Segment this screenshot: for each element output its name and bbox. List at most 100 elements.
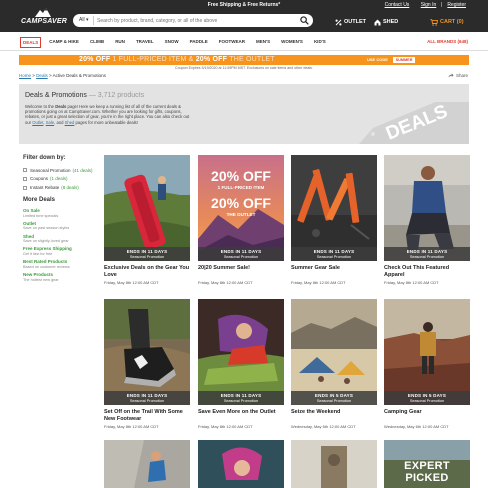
shed-link[interactable]: SHED [374, 19, 398, 26]
nav-item-travel[interactable]: TRAVEL [136, 37, 154, 48]
deal-title[interactable]: 20|20 Summer Sale! [198, 265, 284, 272]
banner-coupon-code: SUMMER [393, 57, 415, 63]
page-title: Deals & Promotions — 3,712 products [25, 92, 145, 99]
deal-countdown: ENDS IN 11 DAYS Seasonal Promotion [384, 247, 470, 261]
more-deals-on-sale[interactable]: On Sale Limited time specials [23, 208, 103, 218]
deal-title[interactable]: Summer Gear Sale [291, 265, 377, 272]
search-input[interactable] [97, 15, 293, 26]
deal-title[interactable]: Save Even More on the Outlet [198, 409, 284, 416]
deal-image-camping-gear[interactable] [384, 299, 470, 405]
nav-item-footwear[interactable]: FOOTWEAR [219, 37, 245, 48]
nav-item-kids[interactable]: KID'S [314, 37, 326, 48]
account-separator: | [440, 2, 442, 8]
deal-title[interactable]: Set Off on the Trail With Some New Footw… [104, 409, 190, 422]
logo-text: CAMPSAVER [20, 18, 67, 25]
checkbox[interactable] [23, 176, 27, 181]
main-nav: DEALS CAMP & HIKE CLIMB RUN TRAVEL SNOW … [0, 32, 488, 51]
site-header: Free Shipping & Free Returns* Contact Us… [0, 0, 488, 32]
deal-countdown: ENDS IN 11 DAYS Seasonal Promotion [104, 247, 190, 261]
search-category-select[interactable]: All ▾ [77, 16, 94, 25]
deal-countdown: ENDS IN 11 DAYS Seasonal Promotion [291, 247, 377, 261]
checkbox[interactable] [23, 168, 27, 173]
deal-title[interactable]: Camping Gear [384, 409, 470, 416]
nav-item-snow[interactable]: SNOW [165, 37, 179, 48]
deal-title[interactable]: Check Out This Featured Apparel [384, 265, 470, 278]
nav-item-womens[interactable]: WOMEN'S [281, 37, 303, 48]
mountain-logo-icon [35, 8, 51, 17]
site-logo[interactable]: CAMPSAVER [19, 8, 69, 30]
promo-banner[interactable]: 20% OFF 1 FULL-PRICED ITEM & 20% OFF THE… [19, 55, 469, 65]
hero-description: Welcome to the Deals page! Here we keep … [25, 104, 190, 125]
search-bar: All ▾ [73, 14, 313, 27]
deal-date: Friday, May 8th 12:00 AM CDT [291, 280, 346, 285]
filter-instant-rebate[interactable]: Instant Rebate (8 deals) [23, 185, 103, 191]
breadcrumb-home[interactable]: Home [19, 73, 31, 78]
share-button[interactable]: Share [448, 73, 468, 79]
chevron-down-icon: ▾ [85, 17, 89, 23]
banner-disclaimer: Coupon Expires 5/19/2020 at 11:59PM MST.… [175, 66, 313, 70]
more-deals-best-rated[interactable]: Best Rated Products Based on customer rev… [23, 259, 103, 269]
shed-house-icon [374, 19, 381, 26]
deal-date: Friday, May 8th 12:00 AM CDT [198, 280, 253, 285]
deal-countdown: ENDS IN 11 DAYS Seasonal Promotion [104, 391, 190, 405]
deal-title[interactable]: Seize the Weekend [291, 409, 377, 416]
deal-image-outlet[interactable] [198, 299, 284, 405]
nav-item-mens[interactable]: MEN'S [256, 37, 270, 48]
register-link[interactable]: Register [447, 2, 466, 8]
shed-inline-link[interactable]: Shed [65, 120, 75, 125]
deal-image-summer-gear[interactable] [291, 155, 377, 261]
more-deals-new-products[interactable]: New Products The hottest new gear [23, 272, 103, 282]
nav-all-brands[interactable]: ALL BRANDS (648) [427, 39, 468, 45]
filter-sidebar: Filter down by: Seasonal Promotion (41 de… [23, 155, 103, 285]
deal-image-caption: 1 FULL-PRICED ITEM [217, 185, 265, 190]
checkbox[interactable] [23, 185, 27, 190]
deal-image-expert-picked[interactable]: EXPERT PICKED [384, 440, 470, 488]
filter-seasonal-promotion[interactable]: Seasonal Promotion (41 deals) [23, 168, 103, 174]
deal-image-headline: 20% OFF [211, 168, 271, 184]
filter-coupons[interactable]: Coupons (1 deals) [23, 176, 103, 182]
deal-countdown: ENDS IN 11 DAYS Seasonal Promotion [198, 247, 284, 261]
deal-image-sleeping-pad[interactable] [104, 155, 190, 261]
deal-image-featured-apparel[interactable] [384, 155, 470, 261]
nav-item-run[interactable]: RUN [115, 37, 125, 48]
more-deals-title: More Deals [23, 197, 56, 204]
more-deals-shed[interactable]: Shed Save on slightly-loved gear [23, 234, 103, 244]
percent-tag-icon [335, 19, 342, 26]
cart-link[interactable]: CART (0) [430, 19, 464, 26]
outlet-inline-link[interactable]: Outlet [32, 120, 43, 125]
more-deals-outlet[interactable]: Outlet Save on past season styles [23, 221, 103, 231]
more-deals-free-shipping[interactable]: Free Express Shipping Get it fast for fre… [23, 246, 103, 256]
breadcrumb: Home > Deals > Active Deals & Promotions [19, 73, 106, 79]
deal-date: Friday, May 8th 12:00 AM CDT [198, 424, 253, 429]
nav-item-camp-hike[interactable]: CAMP & HIKE [49, 37, 79, 48]
deal-image-headline: 20% OFF [211, 194, 271, 211]
deal-image-summer-sale[interactable]: 20% OFF 1 FULL-PRICED ITEM 20% OFF THE O… [198, 155, 284, 261]
deal-date: Friday, May 8th 12:00 AM CDT [104, 280, 159, 285]
deal-date: Wednesday, May 6th 12:00 AM CDT [384, 424, 449, 429]
deal-image-footwear[interactable] [104, 299, 190, 405]
deals-hero: Deals & Promotions — 3,712 products Welc… [19, 84, 469, 144]
contact-link[interactable]: Contact Us [385, 2, 410, 8]
breadcrumb-deals[interactable]: Deals [36, 73, 48, 78]
share-arrow-icon [448, 73, 454, 78]
deal-title[interactable]: Exclusive Deals on the Gear You Love [104, 265, 190, 278]
deal-image-climbing[interactable] [104, 440, 190, 488]
deal-date: Friday, May 8th 12:00 AM CDT [104, 424, 159, 429]
deal-image-caption: THE OUTLET [226, 211, 256, 217]
deal-image-weekend[interactable] [291, 299, 377, 405]
outlet-link[interactable]: OUTLET [335, 19, 366, 26]
nav-item-climb[interactable]: CLIMB [90, 37, 104, 48]
deal-image-hiker[interactable] [198, 440, 284, 488]
nav-item-paddle[interactable]: PADDLE [190, 37, 208, 48]
account-links: Contact Us Sign In | Register [381, 2, 466, 8]
sale-inline-link[interactable]: Sale [46, 120, 54, 125]
deal-date: Friday, May 8th 12:00 AM CDT [384, 280, 439, 285]
deal-date: Wednesday, May 6th 12:00 AM CDT [291, 424, 356, 429]
sign-in-link[interactable]: Sign In [421, 2, 437, 8]
search-icon[interactable] [300, 16, 309, 25]
nav-item-deals[interactable]: DEALS [20, 37, 42, 48]
deal-image-outdoors[interactable] [291, 440, 377, 488]
deal-countdown: ENDS IN 5 DAYS Seasonal Promotion [291, 391, 377, 405]
breadcrumb-separator: > [32, 73, 35, 78]
breadcrumb-current: Active Deals & Promotions [52, 73, 106, 78]
